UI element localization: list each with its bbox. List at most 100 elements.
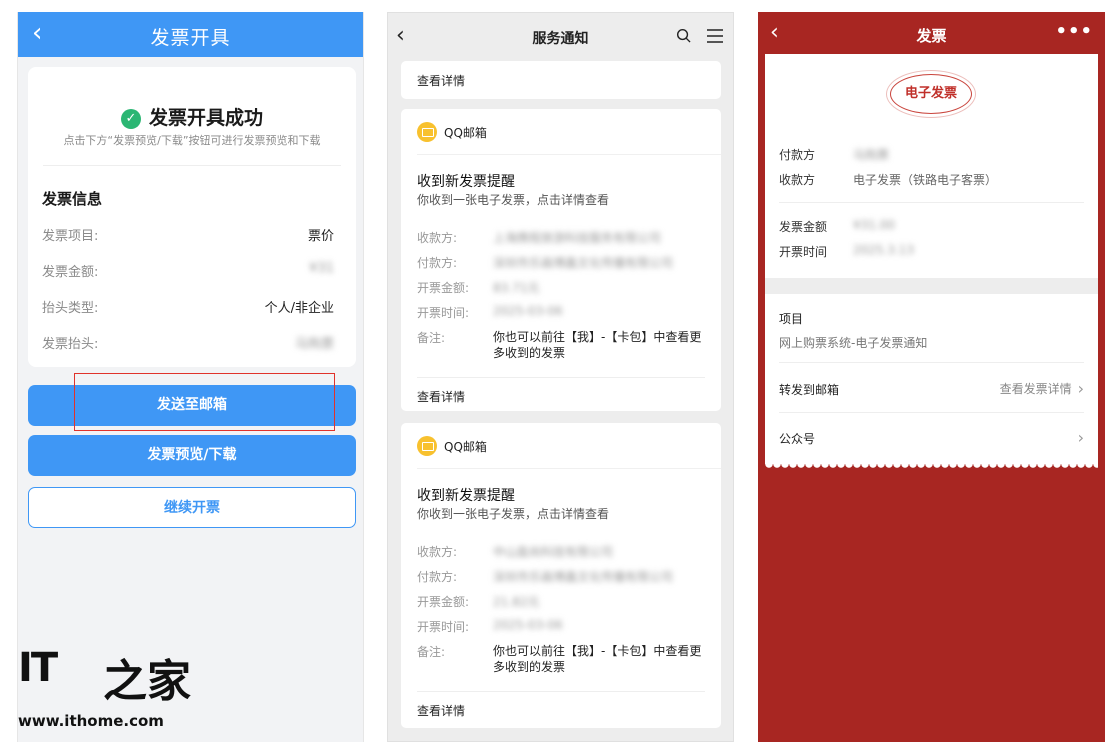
amount-value: 21.82元 (493, 595, 540, 609)
payer-label: 付款方: (417, 570, 458, 584)
payer-row: 付款方: 深圳市乐画博鑫文化传播有限公司 (417, 254, 705, 272)
chevron-right-icon: › (417, 698, 425, 719)
info-row-header: 发票抬头: 马购票 (42, 333, 334, 353)
item-label: 项目 (779, 312, 804, 326)
info-row-title-type: 抬头类型: 个人/非企业 (42, 297, 334, 317)
payee-value: 电子发票（铁路电子客票） (853, 173, 998, 187)
chevron-right-icon: › (417, 68, 425, 89)
notice-title: 收到新发票提醒 (417, 488, 515, 504)
payer-value: 深圳市乐画博鑫文化传播有限公司 (493, 570, 674, 584)
view-invoice-detail-link[interactable]: 查看发票详情 › (1000, 379, 1084, 398)
forward-label: 转发到邮箱 (779, 383, 840, 397)
notice-subtitle: 你收到一张电子发票，点击详情查看 (417, 507, 610, 521)
preview-download-button[interactable]: 发票预览/下载 (28, 435, 356, 476)
payee-value: 中山盈尚科技有限公司 (493, 545, 614, 559)
date-row: 开票时间: 2025-03-06 (417, 618, 705, 636)
amount-row: 开票金额: 21.82元 (417, 593, 705, 611)
logo-url: www.ithome.com (18, 712, 164, 730)
note-value: 你也可以前往【我】-【卡包】中查看更多收到的发票 (493, 644, 702, 674)
check-circle-icon: ✓ (120, 109, 141, 129)
official-account-row[interactable]: 公众号 › (779, 428, 1084, 450)
note-row: 备注: 你也可以前往【我】-【卡包】中查看更多收到的发票 (417, 643, 705, 679)
payee-row: 收款方 电子发票（铁路电子客票） (779, 171, 1084, 189)
view-detail-row[interactable]: 查看详情 › (417, 61, 705, 99)
date-value: 2025-03-06 (493, 618, 563, 632)
date-value: 2025-03-06 (493, 304, 563, 318)
payee-row: 收款方: 上海携程旅游科技服务有限公司 (417, 229, 705, 247)
note-row: 备注: 你也可以前往【我】-【卡包】中查看更多收到的发票 (417, 329, 705, 365)
date-label: 开票时间: (417, 620, 470, 634)
date-row: 开票时间 2025.3.13 (779, 243, 1084, 261)
amount-label: 开票金额: (417, 281, 470, 295)
payee-value: 上海携程旅游科技服务有限公司 (493, 231, 662, 245)
date-row: 开票时间: 2025-03-06 (417, 304, 705, 322)
info-row-item: 发票项目: 票价 (42, 225, 334, 245)
notice-title: 收到新发票提醒 (417, 174, 515, 190)
payee-row: 收款方: 中山盈尚科技有限公司 (417, 543, 705, 561)
logo-it: IT (18, 645, 58, 691)
info-label: 发票项目: (42, 229, 99, 244)
page-title: 发票 (916, 27, 947, 45)
info-row-amount: 发票金额: ¥31 (42, 261, 334, 281)
payee-label: 收款方: (417, 231, 458, 245)
invoice-issue-screen: ‹ 发票开具 ✓ 发票开具成功 点击下方“发票预览/下载”按钮可进行发票预览和下载… (17, 12, 364, 742)
nav-bar: ‹ 发票开具 (18, 12, 363, 57)
payer-row: 付款方: 深圳市乐画博鑫文化传播有限公司 (417, 568, 705, 586)
notice-card[interactable]: QQ邮箱 收到新发票提醒 你收到一张电子发票，点击详情查看 收款方: 中山盈尚科… (401, 423, 721, 728)
nav-bar: ‹ 服务通知 (388, 13, 733, 59)
success-title: 发票开具成功 (148, 107, 263, 129)
divider (43, 165, 341, 166)
info-label: 发票金额: (42, 265, 99, 280)
more-options-icon[interactable]: ••• (1055, 21, 1093, 42)
success-heading: ✓ 发票开具成功 (28, 103, 356, 130)
service-notice-screen: ‹ 服务通知 查看详情 › QQ邮箱 收到新发票提醒 你收到一张电子发票，点击详… (387, 12, 734, 742)
divider (779, 202, 1084, 203)
sender-name: QQ邮箱 (444, 440, 487, 454)
forward-to-email-row[interactable]: 转发到邮箱 查看发票详情 › (779, 379, 1084, 401)
view-detail-row[interactable]: 查看详情 › (417, 377, 705, 415)
info-label: 发票抬头: (42, 337, 99, 352)
payer-label: 付款方 (779, 148, 816, 162)
menu-icon[interactable] (707, 29, 723, 43)
item-value: 网上购票系统-电子发票通知 (779, 336, 928, 350)
e-invoice-stamp: 电子发票 (890, 74, 972, 114)
note-label: 备注: (417, 331, 446, 345)
date-label: 开票时间: (417, 306, 470, 320)
qq-mail-icon (417, 122, 437, 142)
success-card: ✓ 发票开具成功 点击下方“发票预览/下载”按钮可进行发票预览和下载 发票信息 发… (28, 67, 356, 367)
section-gap (765, 278, 1098, 294)
payer-value: 马购票 (853, 148, 890, 162)
qq-mail-icon (417, 436, 437, 456)
date-label: 开票时间 (779, 245, 828, 259)
info-value: 票价 (307, 229, 334, 244)
amount-label: 发票金额 (779, 220, 828, 234)
payee-label: 收款方: (417, 545, 458, 559)
sender-row: QQ邮箱 (417, 423, 721, 469)
notice-card[interactable]: QQ邮箱 收到新发票提醒 你收到一张电子发票，点击详情查看 收款方: 上海携程旅… (401, 109, 721, 411)
note-label: 备注: (417, 645, 446, 659)
search-icon[interactable] (676, 28, 691, 43)
view-detail-row[interactable]: 查看详情 › (417, 691, 705, 729)
amount-value: ¥31.00 (853, 218, 895, 232)
official-label: 公众号 (779, 432, 816, 446)
payer-value: 深圳市乐画博鑫文化传播有限公司 (493, 256, 674, 270)
divider (779, 412, 1084, 413)
nav-bar: ‹ 发票 ••• (758, 12, 1105, 54)
payer-label: 付款方: (417, 256, 458, 270)
amount-value: 83.71元 (493, 281, 540, 295)
notice-card-partial: 查看详情 › (401, 61, 721, 99)
invoice-info-title: 发票信息 (42, 190, 103, 208)
invoice-detail-screen: ‹ 发票 ••• 电子发票 付款方 马购票 收款方 电子发票（铁路电子客票） 发… (758, 12, 1105, 742)
date-value: 2025.3.13 (853, 243, 915, 257)
info-value: ¥31 (309, 261, 334, 276)
chevron-right-icon: › (417, 384, 425, 405)
ithome-logo: IT 之家 www.ithome.com (18, 640, 198, 740)
logo-zh: 之家 (103, 656, 191, 707)
receipt-torn-edge (765, 464, 1098, 472)
divider (779, 362, 1084, 363)
sender-name: QQ邮箱 (444, 126, 487, 140)
view-detail-label: 查看发票详情 (999, 382, 1072, 396)
highlight-box (74, 373, 335, 431)
continue-invoice-button[interactable]: 继续开票 (28, 487, 356, 528)
sender-row: QQ邮箱 (417, 109, 721, 155)
